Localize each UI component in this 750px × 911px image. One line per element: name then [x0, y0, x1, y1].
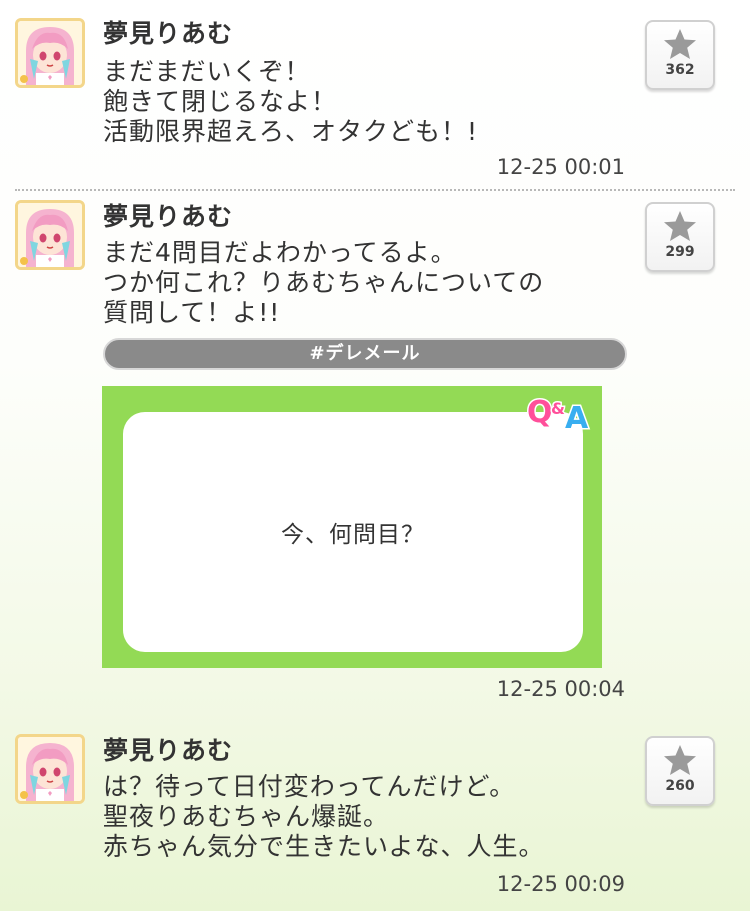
star-icon — [664, 211, 696, 241]
qa-logo-q: Q — [527, 395, 553, 430]
avatar-riamu-icon — [18, 203, 82, 267]
qa-question-box: 今、何問目？ — [123, 412, 583, 652]
post-text: は？待って日付変わってんだけど。 聖夜りあむちゃん爆誕。 赤ちゃん気分で生きたい… — [103, 772, 545, 861]
star-button[interactable]: 299 — [645, 202, 715, 272]
avatar-riamu-icon — [18, 21, 82, 85]
star-button[interactable]: 362 — [645, 20, 715, 90]
qa-card[interactable]: 今、何問目？ Q & A — [102, 386, 602, 668]
avatar[interactable] — [15, 18, 85, 88]
post-text: まだまだいくぞ！ 飽きて閉じるなよ！ 活動限界超えろ、オタクども！! — [103, 57, 479, 146]
hashtag-link[interactable]: #デレメール — [103, 338, 627, 370]
post-divider — [15, 189, 735, 191]
post-text: まだ4問目だよわかってるよ。 つか何これ？りあむちゃんについての 質問して！よ!… — [103, 238, 545, 327]
star-icon — [664, 29, 696, 59]
author-name: 夢見りあむ — [103, 736, 234, 765]
qa-logo-amp: & — [551, 399, 565, 418]
qa-logo-icon: Q & A — [526, 394, 591, 435]
qa-question: 今、何問目？ — [281, 522, 425, 548]
star-count: 299 — [665, 244, 695, 260]
avatar[interactable] — [15, 200, 85, 270]
star-count: 362 — [665, 62, 695, 78]
author-name: 夢見りあむ — [103, 202, 234, 231]
star-count: 260 — [665, 778, 695, 794]
hashtag-label: #デレメール — [309, 343, 421, 364]
author-name: 夢見りあむ — [103, 19, 234, 48]
star-button[interactable]: 260 — [645, 736, 715, 806]
avatar-riamu-icon — [18, 737, 82, 801]
timestamp: 12-25 00:04 — [496, 677, 625, 701]
avatar[interactable] — [15, 734, 85, 804]
timestamp: 12-25 00:09 — [496, 872, 625, 896]
timestamp: 12-25 00:01 — [496, 155, 625, 179]
qa-logo-a: A — [565, 401, 589, 434]
star-icon — [664, 745, 696, 775]
